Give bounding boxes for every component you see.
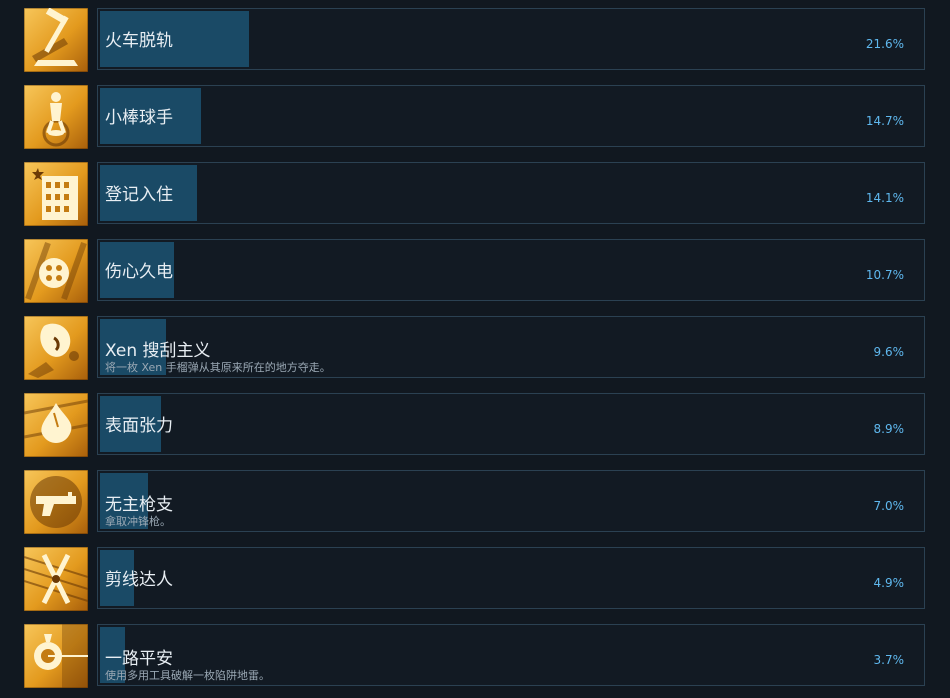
achievement-row[interactable]: 小棒球手 14.7%	[0, 85, 950, 151]
achievement-progress-panel: 火车脱轨 21.6%	[97, 8, 925, 70]
achievement-title: Xen 搜刮主义	[105, 341, 211, 361]
achievement-title: 表面张力	[105, 416, 173, 436]
achievement-row[interactable]: 伤心久电 10.7%	[0, 239, 950, 305]
achievement-title: 一路平安	[105, 649, 173, 669]
achievement-title: 伤心久电	[105, 262, 173, 282]
splash-icon	[24, 393, 88, 457]
achievement-percent: 14.7%	[865, 114, 904, 128]
achievement-row[interactable]: 表面张力 8.9%	[0, 393, 950, 459]
achievement-title: 登记入住	[105, 185, 173, 205]
achievement-progress-panel: Xen 搜刮主义 将一枚 Xen 手榴弹从其原来所在的地方夺走。 9.6%	[97, 316, 925, 378]
achievement-progress-panel: 伤心久电 10.7%	[97, 239, 925, 301]
achievement-progress-panel: 登记入住 14.1%	[97, 162, 925, 224]
achievement-row[interactable]: 一路平安 使用多用工具破解一枚陷阱地雷。 3.7%	[0, 624, 950, 690]
achievement-title: 火车脱轨	[105, 31, 173, 51]
achievement-percent: 4.9%	[873, 576, 905, 590]
achievement-list: 火车脱轨 21.6% 小棒球手 14.7% 登记入住 14.1% 伤心久电 10.7% Xen …	[0, 0, 950, 698]
achievement-percent: 3.7%	[873, 653, 905, 667]
baseball-player-icon	[24, 85, 88, 149]
battery-icon	[24, 239, 88, 303]
wire-cutter-icon	[24, 547, 88, 611]
achievement-row[interactable]: Xen 搜刮主义 将一枚 Xen 手榴弹从其原来所在的地方夺走。 9.6%	[0, 316, 950, 382]
hammer-icon	[24, 8, 88, 72]
achievement-percent: 9.6%	[873, 345, 905, 359]
achievement-row[interactable]: 火车脱轨 21.6%	[0, 8, 950, 74]
achievement-row[interactable]: 无主枪支 拿取冲锋枪。 7.0%	[0, 470, 950, 536]
achievement-title: 剪线达人	[105, 570, 173, 590]
achievement-percent: 21.6%	[865, 37, 904, 51]
achievement-percent: 8.9%	[873, 422, 905, 436]
achievement-progress-panel: 表面张力 8.9%	[97, 393, 925, 455]
achievement-progress-panel: 无主枪支 拿取冲锋枪。 7.0%	[97, 470, 925, 532]
achievement-progress-panel: 一路平安 使用多用工具破解一枚陷阱地雷。 3.7%	[97, 624, 925, 686]
achievement-description: 将一枚 Xen 手榴弹从其原来所在的地方夺走。	[105, 361, 331, 374]
achievement-progress-panel: 剪线达人 4.9%	[97, 547, 925, 609]
building-icon	[24, 162, 88, 226]
tripmine-icon	[24, 624, 88, 688]
achievement-row[interactable]: 剪线达人 4.9%	[0, 547, 950, 613]
achievement-progress-panel: 小棒球手 14.7%	[97, 85, 925, 147]
achievement-title: 无主枪支	[105, 495, 173, 515]
xen-grenade-icon	[24, 316, 88, 380]
achievement-percent: 7.0%	[873, 499, 905, 513]
achievement-row[interactable]: 登记入住 14.1%	[0, 162, 950, 228]
achievement-description: 拿取冲锋枪。	[105, 515, 171, 528]
achievement-title: 小棒球手	[105, 108, 173, 128]
achievement-percent: 10.7%	[865, 268, 904, 282]
achievement-description: 使用多用工具破解一枚陷阱地雷。	[105, 669, 270, 682]
pistol-icon	[24, 470, 88, 534]
achievement-percent: 14.1%	[865, 191, 904, 205]
